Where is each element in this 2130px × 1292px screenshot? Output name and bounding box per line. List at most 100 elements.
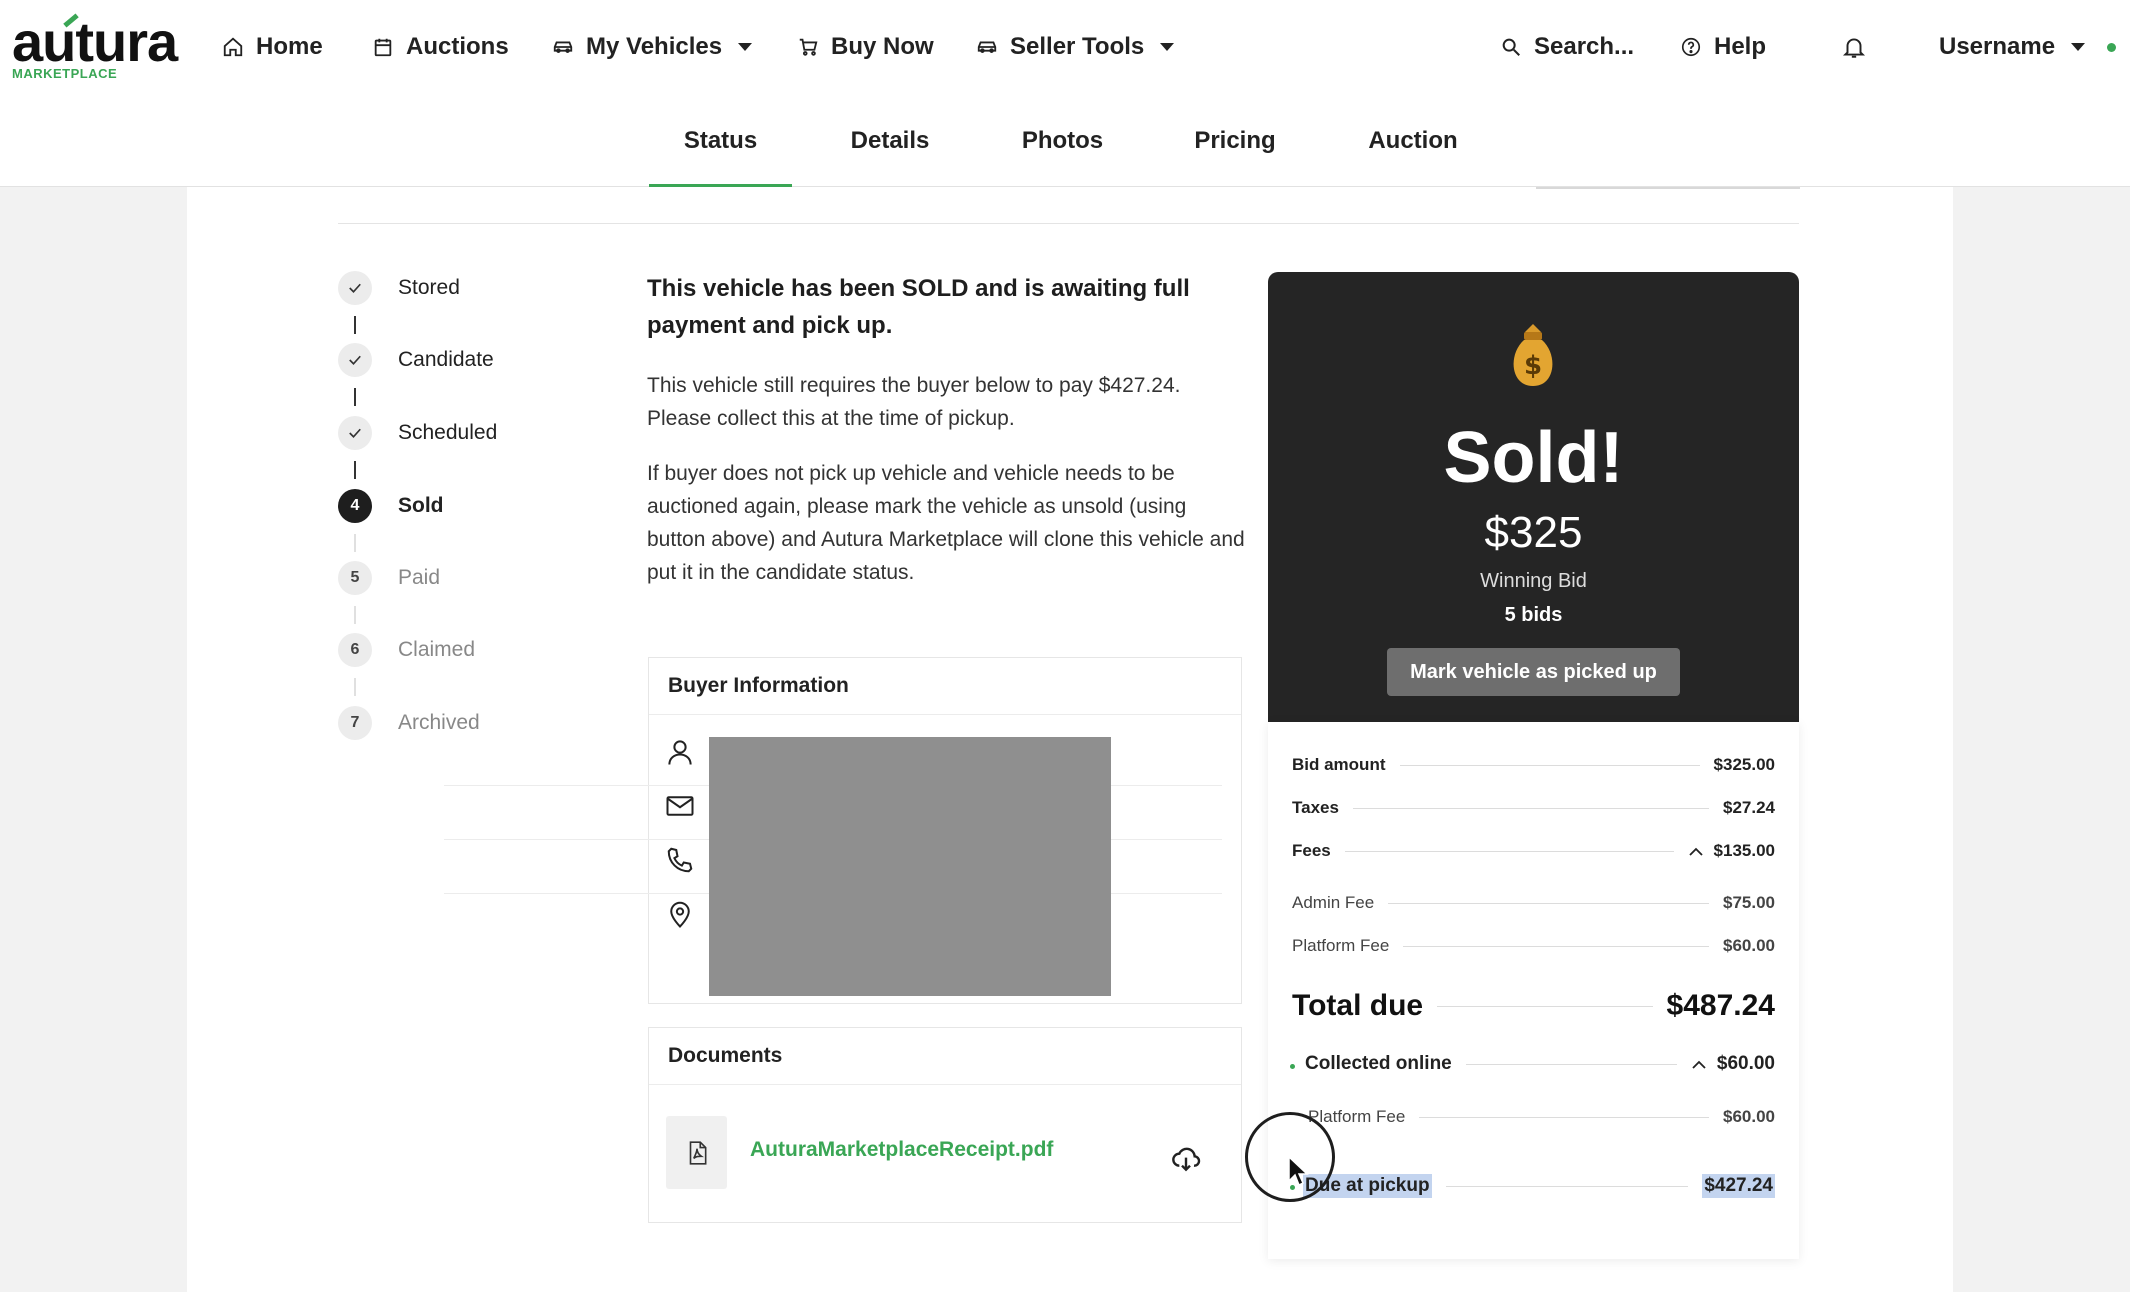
step-number: 7 bbox=[338, 706, 372, 740]
username-label: Username bbox=[1939, 33, 2056, 60]
tab-status[interactable]: Status bbox=[649, 94, 792, 188]
leader-line bbox=[1388, 902, 1709, 904]
due-at-pickup-row: Due at pickup $427.24 bbox=[1303, 1174, 1775, 1198]
due-at-pickup-value: $427.24 bbox=[1702, 1174, 1775, 1198]
step-connector bbox=[354, 461, 356, 479]
collected-online-row[interactable]: Collected online $60.00 bbox=[1305, 1053, 1775, 1075]
total-due-label: Total due bbox=[1292, 989, 1424, 1022]
step-stored: Stored bbox=[338, 271, 460, 305]
step-label: Scheduled bbox=[398, 421, 498, 444]
platform-fee-row: Platform Fee $60.00 bbox=[1292, 936, 1775, 956]
calendar-icon bbox=[374, 38, 392, 57]
mark-picked-up-button[interactable]: Mark vehicle as picked up bbox=[1387, 648, 1680, 696]
redacted-buyer-details bbox=[709, 737, 1111, 996]
online-status-dot bbox=[2107, 42, 2117, 52]
winning-bid-label: Winning Bid bbox=[1480, 570, 1587, 592]
nav-seller-tools-label: Seller Tools bbox=[1010, 33, 1145, 60]
receipt-file-link[interactable]: AuturaMarketplaceReceipt.pdf bbox=[750, 1138, 1053, 1162]
divider bbox=[338, 223, 1799, 224]
check-icon bbox=[338, 343, 372, 377]
total-due-value: $487.24 bbox=[1666, 989, 1775, 1022]
chevron-down-icon bbox=[2071, 43, 2086, 51]
nav-help[interactable]: Help bbox=[1680, 30, 1766, 64]
leader-line bbox=[1403, 945, 1709, 947]
bid-amount-label: Bid amount bbox=[1292, 755, 1386, 774]
nav-home-label: Home bbox=[256, 33, 323, 60]
fees-row[interactable]: Fees $135.00 bbox=[1292, 841, 1775, 861]
leader-line bbox=[1437, 1005, 1653, 1007]
step-claimed: 6 Claimed bbox=[338, 633, 475, 667]
winning-bid-amount: $325 bbox=[1484, 508, 1583, 557]
taxes-row: Taxes $27.24 bbox=[1292, 798, 1775, 818]
brand-wordmark: autura bbox=[12, 10, 178, 73]
car-icon bbox=[553, 41, 573, 53]
step-label: Candidate bbox=[398, 348, 494, 371]
documents-card: Documents bbox=[648, 1027, 1242, 1223]
tab-auction[interactable]: Auction bbox=[1358, 94, 1468, 187]
nav-help-label: Help bbox=[1714, 33, 1767, 60]
mouse-cursor-icon bbox=[1288, 1156, 1309, 1187]
nav-buy-now-label: Buy Now bbox=[831, 33, 934, 60]
status-unsold-note: If buyer does not pick up vehicle and ve… bbox=[647, 462, 1245, 584]
fees-value: $135.00 bbox=[1713, 841, 1775, 860]
platform-fee-label: Platform Fee bbox=[1292, 936, 1390, 955]
phone-icon bbox=[667, 847, 693, 873]
brand-logo[interactable]: autura MARKETPLACE bbox=[12, 13, 178, 81]
leader-line bbox=[1465, 1063, 1677, 1065]
nav-search[interactable]: Search... bbox=[1500, 30, 1634, 64]
nav-auctions[interactable]: Auctions bbox=[372, 30, 509, 64]
leader-line bbox=[1445, 1185, 1689, 1187]
check-icon bbox=[338, 416, 372, 450]
nav-home[interactable]: Home bbox=[222, 30, 323, 64]
taxes-label: Taxes bbox=[1292, 798, 1339, 817]
step-connector bbox=[354, 534, 356, 552]
notifications-button[interactable] bbox=[1841, 30, 1867, 64]
step-number: 4 bbox=[338, 489, 372, 523]
cloud-download-icon[interactable] bbox=[1170, 1143, 1202, 1175]
buyer-info-title: Buyer Information bbox=[649, 658, 1241, 715]
chevron-up-icon[interactable] bbox=[1691, 1059, 1707, 1069]
bid-count: 5 bids bbox=[1504, 604, 1563, 626]
collected-platform-fee-row: Platform Fee $60.00 bbox=[1308, 1107, 1775, 1127]
money-bag-icon: $ bbox=[1513, 324, 1553, 386]
collected-online-label: Collected online bbox=[1305, 1053, 1452, 1074]
step-number: 6 bbox=[338, 633, 372, 667]
leader-line bbox=[1352, 807, 1709, 809]
platform-fee-value: $60.00 bbox=[1723, 936, 1775, 955]
step-label: Paid bbox=[398, 566, 441, 589]
chevron-up-icon[interactable] bbox=[1688, 846, 1704, 856]
bid-amount-row: Bid amount $325.00 bbox=[1292, 755, 1775, 775]
nav-auctions-label: Auctions bbox=[406, 33, 509, 60]
status-headline: This vehicle has been SOLD and is awaiti… bbox=[647, 275, 1190, 339]
nav-my-vehicles-label: My Vehicles bbox=[586, 33, 723, 60]
person-icon bbox=[668, 740, 692, 765]
documents-title: Documents bbox=[649, 1028, 1241, 1085]
tab-photos[interactable]: Photos bbox=[1010, 94, 1115, 187]
tab-bar: Status Details Photos Pricing Auction bbox=[0, 94, 2130, 188]
step-archived: 7 Archived bbox=[338, 706, 480, 740]
bid-amount-value: $325.00 bbox=[1713, 755, 1775, 774]
collected-platform-fee-label: Platform Fee bbox=[1308, 1107, 1406, 1126]
step-candidate: Candidate bbox=[338, 343, 494, 377]
mail-icon bbox=[666, 796, 694, 816]
step-number: 5 bbox=[338, 561, 372, 595]
user-menu[interactable]: Username bbox=[1939, 30, 2117, 64]
tab-pricing[interactable]: Pricing bbox=[1185, 94, 1285, 187]
step-sold: 4 Sold bbox=[338, 489, 444, 523]
search-label: Search... bbox=[1534, 33, 1635, 60]
step-connector bbox=[354, 606, 356, 624]
step-connector bbox=[354, 388, 356, 406]
collected-online-value: $60.00 bbox=[1716, 1053, 1775, 1074]
nav-buy-now[interactable]: Buy Now bbox=[797, 30, 934, 64]
nav-seller-tools[interactable]: Seller Tools bbox=[976, 30, 1175, 64]
nav-my-vehicles[interactable]: My Vehicles bbox=[552, 30, 753, 64]
step-connector bbox=[354, 316, 356, 334]
location-pin-icon bbox=[670, 901, 690, 928]
collected-indicator-dot bbox=[1290, 1064, 1295, 1069]
collected-platform-fee-value: $60.00 bbox=[1723, 1107, 1775, 1126]
chevron-down-icon bbox=[738, 43, 753, 51]
status-payment-note: This vehicle still requires the buyer be… bbox=[647, 374, 1181, 430]
tab-details[interactable]: Details bbox=[830, 94, 950, 187]
help-icon bbox=[1681, 37, 1701, 57]
leader-line bbox=[1399, 764, 1700, 766]
